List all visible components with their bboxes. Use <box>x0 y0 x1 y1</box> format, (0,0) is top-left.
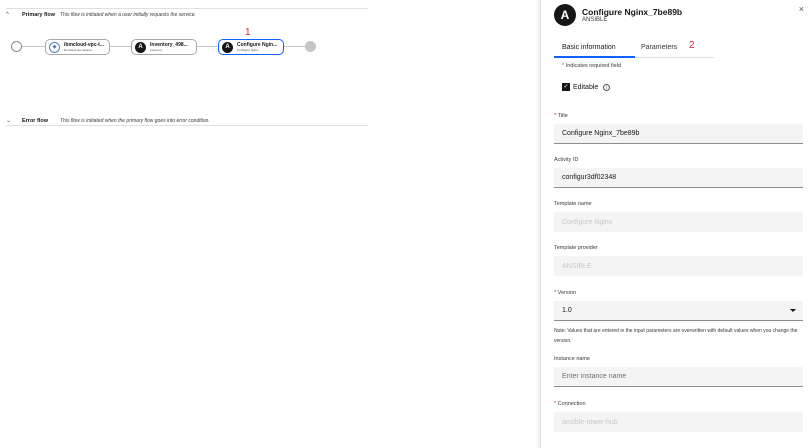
tab-basic-information[interactable]: Basic information <box>554 41 635 58</box>
caret-down-icon <box>790 309 796 312</box>
title-input[interactable]: Configure Nginx_7be89b <box>554 124 803 144</box>
annotation-marker-1: 1 <box>245 27 251 38</box>
ibmcloud-icon: ◆ <box>49 41 60 53</box>
end-node[interactable] <box>305 41 316 52</box>
instance-name-label: Instance name <box>554 356 591 362</box>
required-note-text: Indicates required field <box>565 63 622 69</box>
node-subtitle: ibmcloud-vpc-fastpat <box>64 48 92 52</box>
flow-node-configure-nginx[interactable]: A Configure Ngin... Configure Nginx <box>218 39 284 55</box>
panel-subtitle: ANSIBLE <box>582 17 608 23</box>
instance-name-input[interactable]: Enter instance name <box>554 367 803 387</box>
version-note: Note: Values that are entered in the inp… <box>554 328 798 344</box>
chevron-up-icon[interactable]: ^ <box>6 12 16 18</box>
template-name-field: Configure Nginx <box>554 212 803 232</box>
connection-field: ansible-tower-hub <box>554 412 803 432</box>
template-name-label: Template name <box>554 201 592 207</box>
flow-node-ibmcloud[interactable]: ◆ ibmcloud-vpc-t... ibmcloud-vpc-fastpat <box>45 39 110 55</box>
editable-label: Editable <box>573 83 599 91</box>
version-select[interactable]: 1.0 <box>554 301 803 321</box>
ansible-logo-icon: A <box>554 4 576 26</box>
annotation-marker-2: 2 <box>689 40 695 51</box>
primary-flow-title: Primary flow <box>22 12 56 18</box>
ansible-icon: A <box>222 41 233 53</box>
close-icon[interactable]: × <box>799 4 804 14</box>
flow-canvas: ^ Primary flow This flow is initiated wh… <box>0 0 540 448</box>
error-flow-header[interactable]: ⌄ Error flow This flow is initiated when… <box>6 117 210 125</box>
node-subtitle: Configure Nginx <box>237 48 259 52</box>
chevron-down-icon[interactable]: ⌄ <box>6 117 16 124</box>
ansible-icon: A <box>135 41 146 53</box>
error-flow-description: This flow is initiated when the primary … <box>60 117 210 124</box>
template-provider-label: Template provider <box>554 245 598 251</box>
version-label: * Version <box>554 290 577 296</box>
properties-panel: A Configure Nginx_7be89b ANSIBLE × Basic… <box>540 0 810 448</box>
tab-parameters[interactable]: Parameters <box>635 41 685 58</box>
info-icon[interactable]: i <box>603 83 611 91</box>
primary-flow-header[interactable]: ^ Primary flow This flow is initiated wh… <box>6 12 196 18</box>
activity-id-input[interactable]: configur3df02348 <box>554 168 803 188</box>
editable-checkbox-row[interactable]: ✓ Editable i <box>562 83 611 91</box>
error-flow-title: Error flow <box>22 117 48 124</box>
activity-id-label: Activity ID <box>554 157 579 163</box>
connection-label: * Connection <box>554 401 586 407</box>
panel-title: Configure Nginx_7be89b <box>582 7 683 17</box>
title-label: * Title <box>554 113 568 119</box>
node-subtitle: Inventory <box>150 48 163 52</box>
start-node[interactable] <box>11 41 22 52</box>
flow-divider <box>6 8 368 9</box>
template-provider-field: ANSIBLE <box>554 256 803 276</box>
editable-checkbox[interactable]: ✓ <box>562 83 570 91</box>
primary-flow-description: This flow is initiated when a user initi… <box>60 12 196 18</box>
flow-node-inventory[interactable]: A Inventory_498... Inventory <box>131 39 197 55</box>
required-field-note: * Indicates required field <box>562 63 622 69</box>
version-value: 1.0 <box>562 307 572 314</box>
flow-divider <box>6 125 368 126</box>
